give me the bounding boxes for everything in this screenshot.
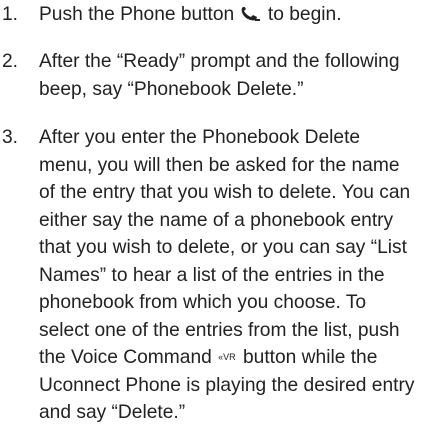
step-3-text-before-icon: the Voice Command [39, 347, 212, 368]
step-1-text-end: to begin. [267, 4, 342, 25]
instruction-list: 1. Push the Phone button to begin. 2. Af… [0, 0, 448, 426]
text-line: beep, say “Phonebook Delete.” [39, 78, 304, 100]
text-line: After you enter the Phonebook Delete [39, 127, 361, 148]
step-text: After you enter the Phonebook Delete men… [39, 124, 448, 427]
text-line: phonebook from which you choose. To [39, 292, 367, 313]
text-line: menu, you will then be asked for the nam… [39, 154, 400, 176]
step-number: 3. [2, 127, 19, 148]
text-line: Uconnect Phone is playing the desired en… [39, 374, 415, 396]
step-3-text-after-icon: button while the [242, 347, 378, 368]
step-text: Push the Phone button to begin. [39, 1, 448, 31]
step-number: 1. [2, 4, 19, 25]
text-line: that you wish to delete, or you can say … [39, 237, 407, 258]
step-text: After the “Ready” prompt and the followi… [39, 48, 448, 103]
text-line: select one of the entries from the list,… [39, 319, 400, 341]
text-line: and say “Delete.” [39, 402, 186, 423]
step-1-text-start: Push the Phone button [39, 4, 235, 25]
phone-icon [240, 3, 263, 31]
text-line: Names” to hear a list of the entries in … [39, 264, 385, 286]
text-line: After the “Ready” prompt and the followi… [39, 51, 400, 72]
voice-command-icon: «VR [218, 352, 236, 362]
step-number: 2. [2, 51, 19, 72]
text-line: either say the name of a phonebook entry [39, 209, 394, 231]
text-line: of the entry that you wish to delete. Yo… [39, 182, 411, 203]
